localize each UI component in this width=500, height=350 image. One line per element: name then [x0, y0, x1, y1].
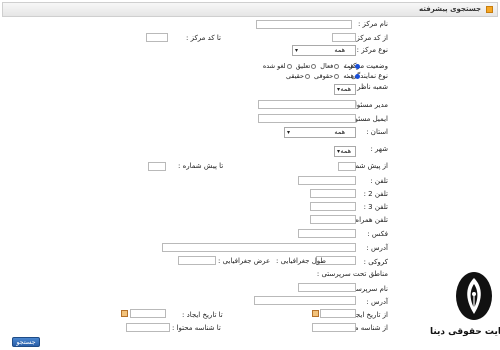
from-create-date-input[interactable]: [320, 309, 356, 318]
phone-input[interactable]: [298, 176, 356, 185]
to-prefix-label: تا پیش شماره :: [178, 162, 224, 170]
phone2-input[interactable]: [310, 189, 356, 198]
supervisor-branch-select[interactable]: همه ▾: [334, 84, 356, 95]
phone2-label: تلفن 2 :: [363, 190, 388, 198]
center-type-select[interactable]: همه ▾: [292, 45, 356, 56]
province-value: همه: [334, 128, 345, 136]
from-content-id-input[interactable]: [312, 323, 356, 332]
manager-input[interactable]: [258, 100, 356, 109]
longitude-label: طول جغرافیایی :: [276, 257, 326, 265]
rep-option-real[interactable]: حقیقی: [286, 72, 310, 80]
address-input[interactable]: [162, 243, 356, 252]
center-type-label: نوع مرکز :: [356, 46, 388, 54]
panel-title: جستجوی پیشرفته: [419, 5, 481, 13]
fax-label: فکس :: [367, 230, 388, 238]
rep-option-all[interactable]: همه: [343, 72, 360, 80]
panel-header: جستجوی پیشرفته: [2, 2, 498, 17]
latitude-input[interactable]: [178, 256, 216, 265]
from-center-code-label: از کد مرکز :: [351, 34, 388, 42]
center-name-label: نام مرکز :: [357, 20, 388, 28]
to-center-code-input[interactable]: [146, 33, 168, 42]
supervisor-address-input[interactable]: [254, 296, 356, 305]
watermark-text: سایت حقوقی دینا: [430, 327, 500, 337]
phone-label: تلفن :: [370, 177, 388, 185]
city-select[interactable]: همه ▾: [334, 146, 356, 157]
center-status-radios: همه فعال تعلیق لغو شده: [261, 62, 360, 70]
from-center-code-input[interactable]: [332, 33, 356, 42]
to-prefix-input[interactable]: [148, 162, 166, 171]
manager-email-input[interactable]: [258, 114, 356, 123]
chevron-down-icon: ▾: [337, 148, 341, 155]
to-create-date-label: تا تاریخ ایجاد :: [182, 311, 223, 319]
from-prefix-input[interactable]: [338, 162, 356, 171]
to-content-id-label: تا شناسه محتوا :: [172, 324, 221, 332]
province-select[interactable]: همه ▾: [284, 127, 356, 138]
covered-areas-label: مناطق تحت سرپرستی :: [316, 270, 388, 278]
representation-type-radios: همه حقوقی حقیقی: [284, 72, 360, 80]
expand-icon[interactable]: [486, 6, 493, 13]
latitude-label: عرض جغرافیایی :: [218, 257, 271, 265]
supervisor-name-input[interactable]: [298, 283, 356, 292]
status-option-suspended[interactable]: تعلیق: [296, 62, 317, 70]
address-label: آدرس :: [366, 244, 388, 252]
search-button[interactable]: جستجو: [12, 337, 40, 347]
to-content-id-input[interactable]: [126, 323, 170, 332]
status-option-active[interactable]: فعال: [320, 62, 340, 70]
city-value: همه: [340, 147, 351, 155]
supervisor-branch-label: شعبه ناظر :: [352, 83, 388, 91]
chevron-down-icon: ▾: [287, 129, 291, 136]
phone3-input[interactable]: [310, 202, 356, 211]
rep-option-legal[interactable]: حقوقی: [314, 72, 340, 80]
province-label: استان :: [366, 128, 388, 136]
chevron-down-icon: ▾: [337, 86, 341, 93]
supervisor-branch-value: همه: [340, 85, 351, 93]
calendar-icon[interactable]: [312, 310, 319, 317]
advanced-search-panel: جستجوی پیشرفته نام مرکز : از کد مرکز : ت…: [0, 0, 500, 350]
to-center-code-label: تا کد مرکز :: [186, 34, 221, 42]
calendar-icon[interactable]: [121, 310, 128, 317]
mobile-label: تلفن همراه :: [350, 216, 388, 224]
fax-input[interactable]: [298, 229, 356, 238]
status-option-cancelled[interactable]: لغو شده: [263, 62, 292, 70]
center-name-input[interactable]: [256, 20, 352, 29]
chevron-down-icon: ▾: [295, 47, 299, 54]
status-option-all[interactable]: همه: [343, 62, 360, 70]
to-create-date-input[interactable]: [130, 309, 166, 318]
city-label: شهر :: [370, 145, 388, 153]
mobile-input[interactable]: [310, 215, 356, 224]
phone3-label: تلفن 3 :: [363, 203, 388, 211]
supervisor-address-label: آدرس :: [366, 298, 388, 306]
center-type-value: همه: [334, 46, 345, 54]
geo-label: کروکی :: [363, 258, 388, 266]
pen-nib-logo: [456, 272, 492, 320]
